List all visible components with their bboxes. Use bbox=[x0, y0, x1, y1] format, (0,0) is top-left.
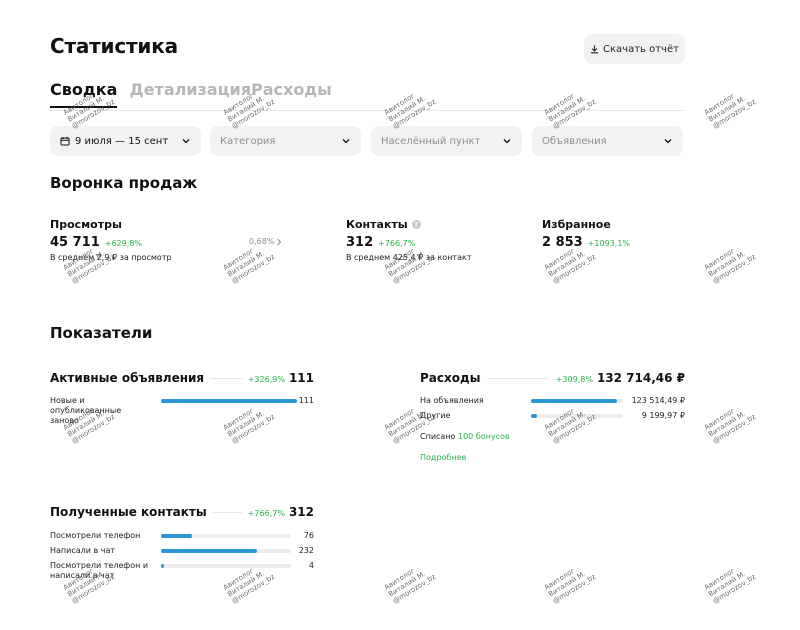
chevron-down-icon bbox=[342, 139, 350, 144]
metric-bar bbox=[161, 534, 193, 538]
watermark: Авитолог Виталий М. @morozov_bz bbox=[703, 246, 758, 286]
details-link[interactable]: Подробнее bbox=[420, 453, 466, 462]
metric-value: 76 bbox=[303, 531, 314, 540]
funnel-title: Воронка продаж bbox=[50, 174, 198, 192]
metric-label: Посмотрели телефон bbox=[50, 531, 141, 540]
ads-filter[interactable]: Объявления bbox=[532, 126, 683, 156]
expenses-header: Расходы +309,8% 132 714,46 ₽ bbox=[420, 371, 685, 385]
watermark: Авитолог Виталий М. @morozov_bz bbox=[703, 406, 758, 446]
contacts-change: +766,7% bbox=[247, 509, 285, 518]
contacts-header: Полученные контакты +766,7% 312 bbox=[50, 505, 314, 519]
metric-bar bbox=[531, 414, 538, 418]
metric-value: 4 bbox=[308, 561, 314, 570]
contacts-total: 312 bbox=[288, 505, 314, 519]
watermark: Авитолог Виталий М. @morozov_bz bbox=[543, 91, 598, 131]
tab-details[interactable]: Детализация bbox=[129, 80, 251, 99]
expenses-change: +309,8% bbox=[555, 375, 593, 384]
watermark: Авитолог Виталий М. @morozov_bz bbox=[222, 246, 277, 286]
views-change: +629,8% bbox=[104, 239, 142, 248]
bonus-amount: 100 бонусов bbox=[458, 432, 510, 441]
metric-value: 9 199,97 ₽ bbox=[641, 411, 685, 420]
watermark: Авитолог Виталий М. @morozov_bz bbox=[383, 91, 438, 131]
download-report-label: Скачать отчёт bbox=[603, 43, 679, 55]
favorites-change: +1093,1% bbox=[587, 239, 631, 248]
chevron-down-icon bbox=[664, 139, 672, 144]
expenses-total: 132 714,46 ₽ bbox=[596, 371, 685, 385]
ads-filter-placeholder: Объявления bbox=[542, 135, 607, 147]
metric-value: 111 bbox=[298, 396, 314, 405]
period-filter-value: 9 июля — 15 сент bbox=[75, 135, 169, 147]
bonus-spent-prefix: Списано bbox=[420, 432, 456, 441]
period-filter[interactable]: 9 июля — 15 сент bbox=[50, 126, 201, 156]
active-ads-title: Активные объявления bbox=[50, 371, 205, 385]
metric-bar bbox=[161, 564, 164, 568]
watermark: Авитолог Виталий М. @morozov_bz bbox=[703, 566, 758, 606]
watermark: Авитолог Виталий М. @morozov_bz bbox=[543, 566, 598, 606]
chevron-down-icon bbox=[182, 139, 190, 144]
calendar-icon bbox=[60, 137, 70, 146]
views-label: Просмотры bbox=[50, 218, 122, 231]
category-filter-placeholder: Категория bbox=[220, 135, 276, 147]
indicators-title: Показатели bbox=[50, 324, 153, 342]
metric-bar bbox=[161, 549, 258, 553]
watermark: Авитолог Виталий М. @morozov_bz bbox=[383, 566, 438, 606]
metric-value: 232 bbox=[298, 546, 314, 555]
metric-label: Написали в чат bbox=[50, 546, 116, 555]
metric-bar bbox=[531, 399, 617, 403]
contacts-value: 312 bbox=[346, 235, 374, 250]
chevron-down-icon bbox=[503, 139, 511, 144]
tabs-divider bbox=[50, 110, 684, 111]
city-filter-placeholder: Населённый пункт bbox=[381, 135, 481, 147]
category-filter[interactable]: Категория bbox=[210, 126, 361, 156]
page-title: Статистика bbox=[50, 34, 178, 58]
active-ads-total: 111 bbox=[288, 371, 314, 385]
download-report-button[interactable]: Скачать отчёт bbox=[584, 34, 685, 64]
expenses-title: Расходы bbox=[420, 371, 481, 385]
active-ads-header: Активные объявления +326,9% 111 bbox=[50, 371, 314, 385]
contacts-change: +766,7% bbox=[378, 239, 416, 248]
favorites-label: Избранное bbox=[542, 218, 611, 231]
contacts-label: Контакты bbox=[346, 218, 408, 231]
metric-row: На объявления 123 514,49 ₽ bbox=[420, 396, 685, 408]
watermark: Авитолог Виталий М. @morozov_bz bbox=[703, 91, 758, 131]
download-icon bbox=[590, 44, 599, 53]
metric-value: 123 514,49 ₽ bbox=[631, 396, 685, 405]
metric-row: Написали в чат 232 bbox=[50, 546, 314, 558]
active-ads-change: +326,9% bbox=[247, 375, 285, 384]
chevron-right-icon bbox=[277, 238, 282, 245]
city-filter[interactable]: Населённый пункт bbox=[371, 126, 522, 156]
info-icon[interactable]: ? bbox=[411, 220, 421, 229]
contacts-title: Полученные контакты bbox=[50, 505, 207, 519]
bonus-spent: Списано 100 бонусов bbox=[420, 432, 510, 441]
metric-label: На объявления bbox=[420, 396, 484, 405]
metric-row: Посмотрели телефон 76 bbox=[50, 531, 314, 543]
